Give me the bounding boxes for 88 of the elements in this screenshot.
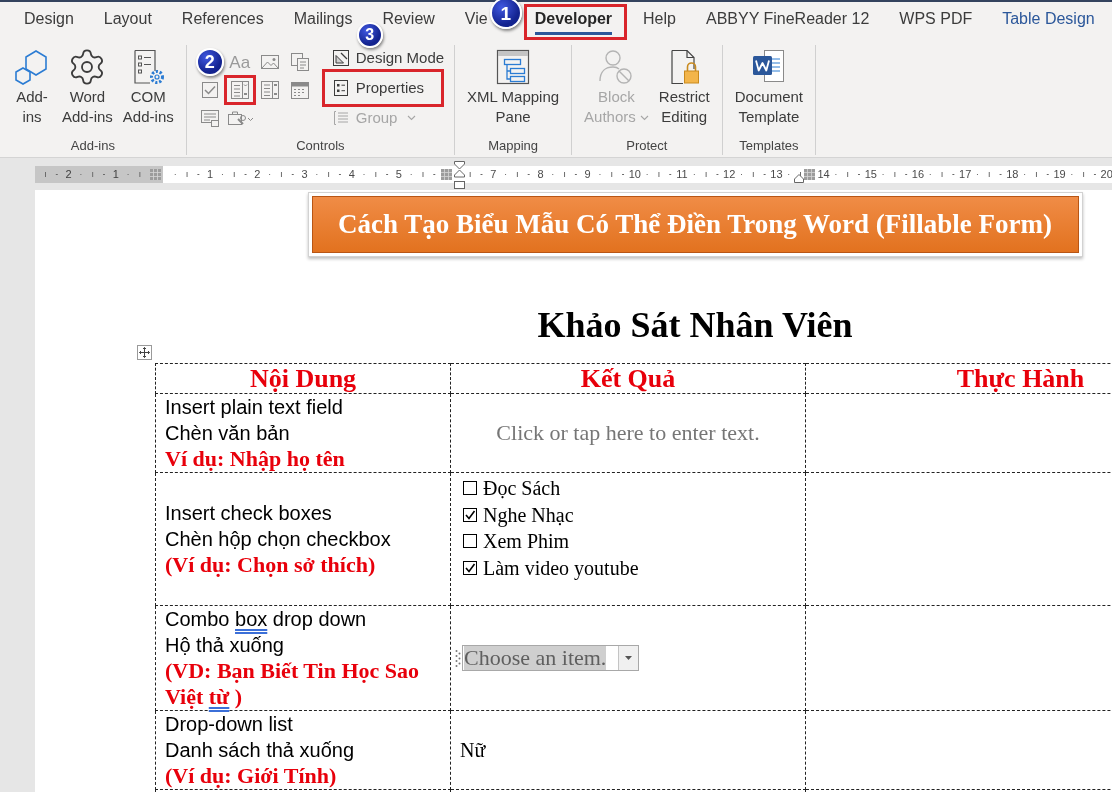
list-box-icon[interactable] (258, 79, 281, 101)
ruler-number: 12 (722, 168, 737, 180)
ribbon-tab[interactable]: Review (382, 7, 435, 31)
group-label: Controls (295, 138, 346, 155)
group-label: Protect (625, 138, 669, 155)
group-label: Mapping (487, 138, 540, 155)
stacked-pages-icon[interactable] (288, 51, 311, 73)
ruler-number: 5 (394, 168, 403, 180)
checkbox-label: Làm video youtube (483, 555, 639, 580)
table-move-handle-icon[interactable] (137, 345, 152, 360)
checkbox[interactable] (463, 481, 477, 496)
step-badge: 2 (195, 48, 224, 76)
ruler-number: 9 (583, 168, 592, 180)
checkbox-label: Xem Phim (483, 529, 570, 554)
ruler-number: 1 (111, 168, 120, 180)
ribbon-tab[interactable]: Vie (464, 7, 488, 31)
ribbon-button[interactable]: XML Mapping Pane (463, 47, 564, 138)
ruler-number: 17 (958, 168, 973, 180)
checkbox[interactable] (463, 560, 477, 575)
step-badge: 3 (356, 22, 383, 48)
text-field[interactable]: Click or tap here to enter text. (460, 419, 796, 447)
ribbon-tab[interactable]: Developer (534, 7, 613, 37)
ruler-number: 13 (769, 168, 784, 180)
ruler-number: 15 (863, 168, 878, 180)
dropdown-button[interactable] (618, 646, 639, 670)
ruler-number: 1 (206, 168, 215, 180)
calendar-icon[interactable] (288, 79, 311, 101)
ruler-number: 14 (816, 168, 831, 180)
column-header: Kết Quả (450, 363, 806, 394)
ribbon-tab[interactable]: WPS PDF (899, 7, 973, 31)
ruler-number: 16 (910, 168, 926, 180)
grouped-lines-icon (331, 109, 350, 127)
ruler-number: 7 (489, 168, 498, 180)
ruler-number: 10 (627, 168, 642, 180)
ribbon-button[interactable]: Properties (331, 79, 425, 97)
ribbon-button[interactable]: Add- ins (8, 47, 56, 138)
column-header: Nội Dung (155, 363, 451, 394)
column-header: Thực Hành (805, 363, 1112, 394)
ruler-number: 2 (253, 168, 262, 180)
title-banner: Cách Tạo Biểu Mẫu Có Thể Điền Trong Word (Fillable Form) (311, 196, 1079, 253)
cell-text: Danh sách thả xuống (165, 738, 356, 763)
ribbon-button[interactable]: Design Mode (331, 49, 445, 67)
step-badge: 1 (489, 0, 522, 29)
ruler-pencil-icon (331, 49, 350, 67)
indent-marker-icon[interactable] (440, 160, 467, 190)
checkbox[interactable] (463, 507, 477, 522)
document-heading: Khảo Sát Nhân Viên (537, 305, 853, 345)
ribbon-tab[interactable]: Design (24, 7, 74, 31)
checkbox-label: Nghe Nhạc (483, 502, 574, 527)
ribbon-button[interactable]: COM Add-ins (118, 47, 178, 138)
ruler-number: 19 (1052, 168, 1067, 180)
example-text: (Ví dụ: Chọn sở thích) (165, 552, 377, 578)
checkbox[interactable] (463, 534, 477, 549)
ruler-number: 20 (1099, 168, 1112, 180)
property-sheet-icon (331, 79, 350, 97)
ribbon-tab[interactable]: ABBYY FineReader 12 (705, 7, 870, 31)
example-text: (VD: Bạn Biết Tin Học Sao Việt từ ) (165, 658, 421, 710)
form-icon[interactable] (198, 107, 221, 129)
cell-text: Combo box drop down (165, 607, 368, 632)
caret-icon (624, 655, 634, 661)
ruler-number: 2 (64, 168, 73, 180)
ruler-number: 11 (675, 168, 689, 180)
ruler-number: 8 (536, 168, 545, 180)
example-text: Ví dụ: Nhập họ tên (165, 446, 346, 472)
ruler-number: 4 (347, 168, 356, 180)
ribbon-button[interactable]: Word Add-ins (58, 47, 117, 138)
cell-text: Drop-down list (165, 712, 294, 737)
combo-box[interactable]: Choose an item. (462, 645, 640, 671)
group-label: Add-ins (69, 138, 116, 155)
cell-text: Insert check boxes (165, 501, 333, 526)
ribbon-tab[interactable]: Mailings (293, 7, 353, 31)
ribbon-button[interactable]: Document Template (730, 47, 808, 138)
ribbon-tab[interactable]: References (181, 7, 264, 31)
example-text: (Ví dụ: Giới Tính) (165, 763, 338, 789)
checkbox-label: Đọc Sách (483, 476, 561, 501)
ribbon-tab[interactable]: Table Design (1002, 7, 1095, 31)
cell-text: Hộ thả xuống (165, 633, 285, 658)
margin-marker-icon[interactable] (150, 168, 162, 180)
group-label: Templates (738, 138, 800, 155)
ribbon-tab[interactable]: Layout (103, 7, 152, 31)
cell-text: Insert plain text field (165, 395, 344, 420)
ribbon-tab[interactable]: Help (643, 7, 676, 31)
ruler-number: 18 (1005, 168, 1020, 180)
dropdown-field[interactable]: Nữ (460, 737, 796, 763)
cell-text: Chèn hộp chọn checkbox (165, 527, 392, 552)
ruler-number: 3 (300, 168, 309, 180)
cell-text: Chèn văn bản (165, 421, 291, 446)
ribbon-button[interactable]: Restrict Editing (654, 47, 714, 138)
